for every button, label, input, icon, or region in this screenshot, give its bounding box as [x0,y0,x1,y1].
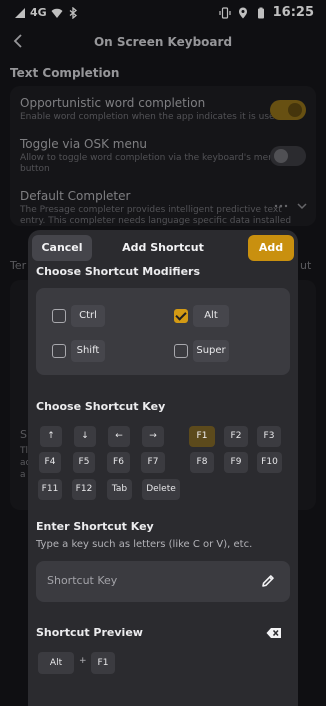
enter-shortcut-hint: Type a key such as letters (like C or V)… [36,539,253,550]
modifiers-title: Choose Shortcut Modifiers [36,265,201,278]
key-f10[interactable]: F10 [257,452,282,473]
preview-modifier-chip: Alt [38,652,74,674]
key-tab[interactable]: Tab [107,479,132,500]
dialog-header: Cancel Add Shortcut Add [28,230,298,266]
key-down[interactable]: ↓ [74,426,96,447]
key-f6[interactable]: F6 [107,452,130,473]
key-f4[interactable]: F4 [39,452,61,473]
shortcut-preview-title: Shortcut Preview [36,626,143,639]
key-f8[interactable]: F8 [190,452,214,473]
shortcut-key-placeholder: Shortcut Key [47,574,118,587]
key-f11[interactable]: F11 [38,479,62,500]
key-delete[interactable]: Delete [142,479,180,500]
shortcut-key-field[interactable]: Shortcut Key [36,561,290,602]
key-f12[interactable]: F12 [72,479,96,500]
super-checkbox[interactable] [174,344,188,358]
super-chip[interactable]: Super [193,340,229,362]
shift-checkbox[interactable] [52,344,66,358]
ctrl-chip[interactable]: Ctrl [71,305,105,327]
pencil-icon[interactable] [260,573,276,589]
enter-shortcut-title: Enter Shortcut Key [36,520,154,533]
key-f5[interactable]: F5 [73,452,95,473]
preview-plus: + [79,656,87,666]
ctrl-checkbox[interactable] [52,309,66,323]
alt-checkbox[interactable] [174,309,188,323]
alt-chip[interactable]: Alt [193,305,229,327]
key-up[interactable]: ↑ [40,426,62,447]
add-button[interactable]: Add [248,235,294,261]
shift-chip[interactable]: Shift [71,340,105,362]
key-left[interactable]: ← [108,426,130,447]
key-f1[interactable]: F1 [189,426,215,447]
backspace-icon[interactable] [266,627,282,639]
key-f7[interactable]: F7 [141,452,165,473]
key-f3[interactable]: F3 [257,426,281,447]
key-right[interactable]: → [142,426,164,447]
key-f2[interactable]: F2 [224,426,248,447]
add-shortcut-dialog: Cancel Add Shortcut Add Choose Shortcut … [28,230,298,706]
shortcut-key-title: Choose Shortcut Key [36,400,166,413]
preview-key-chip: F1 [91,652,115,674]
modifiers-card: Ctrl Alt Shift Super [36,288,290,375]
key-f9[interactable]: F9 [224,452,248,473]
